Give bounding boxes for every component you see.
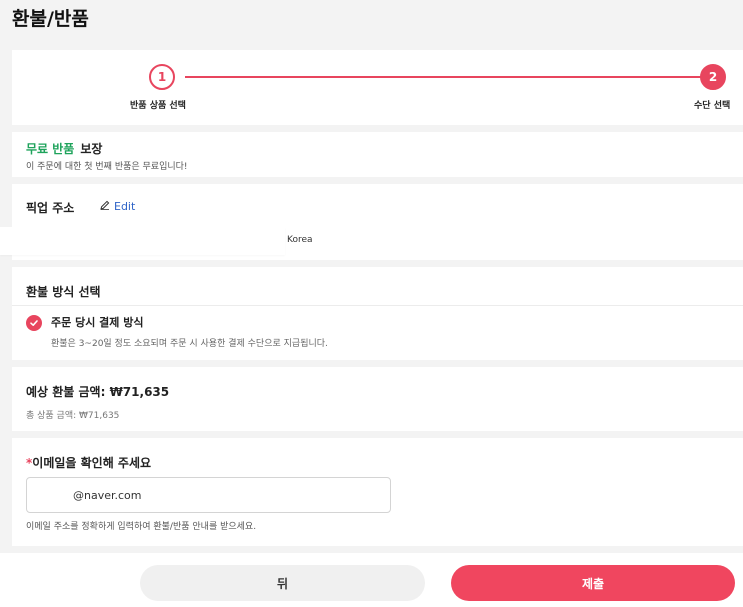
estimated-refund-section: 예상 환불 금액: ₩71,635 총 상품 금액: ₩71,635 (12, 367, 743, 431)
page-title: 환불/반품 (12, 8, 89, 30)
email-input[interactable] (26, 477, 391, 513)
email-section: *이메일을 확인해 주세요 이메일 주소를 정확하게 입력하여 환불/반품 안내… (12, 438, 743, 546)
pickup-address-section: 픽업 주소 Edit Korea (0, 184, 743, 260)
step-1-indicator: 1 (149, 64, 175, 90)
estimated-refund-amount: 예상 환불 금액: ₩71,635 (26, 385, 170, 399)
free-return-description: 이 주문에 대한 첫 번째 반품은 무료입니다! (26, 162, 188, 172)
step-2-label: 수단 선택 (694, 101, 731, 111)
refund-method-title: 환불 방식 선택 (26, 285, 101, 299)
free-return-highlight: 무료 반품 (26, 142, 75, 156)
email-hint: 이메일 주소를 정확하게 입력하여 환불/반품 안내를 받으세요. (26, 522, 257, 532)
refund-method-section: 환불 방식 선택 주문 당시 결제 방식 환불은 3~20일 정도 소요되며 주… (12, 267, 743, 360)
address-redacted (0, 227, 285, 255)
address-country: Korea (287, 235, 313, 245)
email-title: *이메일을 확인해 주세요 (26, 454, 151, 471)
step-1-label: 반품 상품 선택 (130, 101, 186, 111)
submit-button[interactable]: 제출 (451, 565, 735, 601)
pickup-address-label: 픽업 주소 (26, 201, 75, 215)
free-return-title: 무료 반품 보장 (26, 140, 729, 157)
edit-label: Edit (114, 200, 136, 213)
divider (12, 305, 743, 306)
stepper-progress-line (185, 76, 712, 78)
back-button[interactable]: 뒤 (140, 565, 425, 601)
total-product-amount: 총 상품 금액: ₩71,635 (26, 411, 120, 421)
refund-option-description: 환불은 3~20일 정도 소요되며 주문 시 사용한 결제 수단으로 지급됩니다… (51, 339, 328, 349)
check-circle-icon[interactable] (26, 315, 42, 331)
refund-option-label[interactable]: 주문 당시 결제 방식 (51, 314, 143, 330)
step-2-indicator: 2 (700, 64, 726, 90)
pencil-icon (100, 200, 110, 213)
edit-address-link[interactable]: Edit (100, 200, 135, 213)
email-title-text: 이메일을 확인해 주세요 (32, 456, 152, 470)
free-return-banner: 무료 반품 보장 이 주문에 대한 첫 번째 반품은 무료입니다! (12, 132, 743, 177)
free-return-guarantee: 보장 (80, 142, 103, 156)
stepper: 1 2 반품 상품 선택 수단 선택 (12, 50, 743, 125)
